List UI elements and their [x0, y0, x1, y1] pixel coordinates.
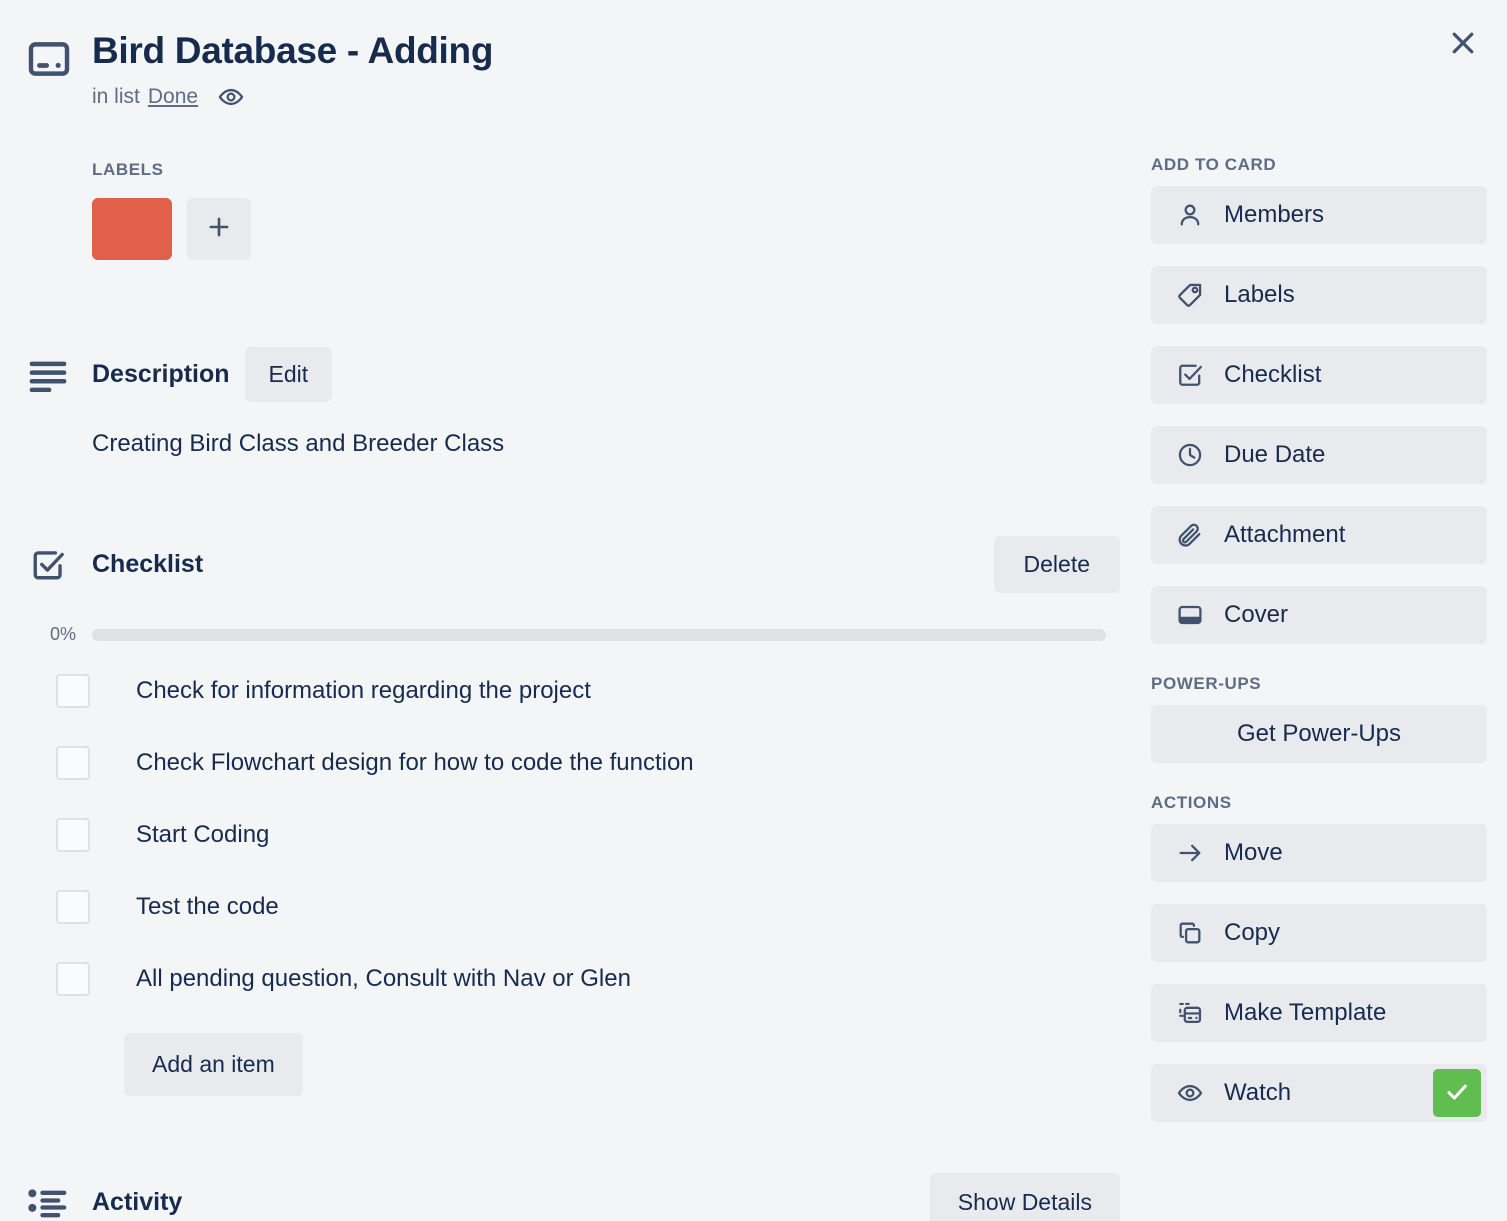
sidebar-button-label: Make Template	[1224, 999, 1387, 1026]
label-chip-red[interactable]	[92, 198, 172, 260]
sidebar-button-make-template[interactable]: Make Template	[1151, 984, 1487, 1042]
add-to-card-caption: ADD TO CARD	[1151, 155, 1277, 174]
power-ups-group: POWER-UPS Get Power-Ups	[1151, 674, 1487, 763]
sidebar-button-move[interactable]: Move	[1151, 824, 1487, 882]
sidebar-button-labels[interactable]: Labels	[1151, 266, 1487, 324]
checklist-item[interactable]: Start Coding	[28, 799, 1128, 871]
sidebar-button-label: Watch	[1224, 1079, 1292, 1106]
checklist-progress-percent: 0%	[50, 624, 77, 644]
arrow-right-icon	[1177, 840, 1203, 866]
plus-icon	[206, 214, 232, 245]
sidebar-button-due-date[interactable]: Due Date	[1151, 426, 1487, 484]
sidebar-button-get-power-ups[interactable]: Get Power-Ups	[1151, 705, 1487, 763]
check-icon	[1444, 1079, 1470, 1108]
sidebar-button-label: Move	[1224, 839, 1283, 866]
sidebar-button-label: Copy	[1224, 919, 1281, 946]
power-ups-caption: POWER-UPS	[1151, 674, 1262, 693]
description-body[interactable]: Creating Bird Class and Breeder Class	[92, 430, 1128, 458]
add-to-card-group: ADD TO CARD Members Labels Checklist Due Da…	[1151, 155, 1487, 644]
sidebar-button-label: Get Power-Ups	[1236, 720, 1402, 747]
person-icon	[1177, 202, 1203, 228]
watching-eye-icon[interactable]	[218, 84, 244, 110]
checklist-item-label: All pending question, Consult with Nav o…	[136, 965, 631, 992]
activity-title: Activity	[92, 1188, 183, 1216]
checklist-item[interactable]: Check Flowchart design for how to code t…	[28, 727, 1128, 799]
list-name-link[interactable]: Done	[148, 85, 198, 109]
page-title: Bird Database - Adding	[92, 30, 494, 71]
sidebar-button-label: Attachment	[1224, 521, 1346, 548]
label-chip-list	[92, 198, 1128, 260]
checklist-section: Checklist Delete 0% Check for informatio…	[28, 536, 1128, 1096]
eye-icon	[1177, 1080, 1203, 1106]
checklist-item-checkbox[interactable]	[56, 818, 90, 852]
labels-section: LABELS	[92, 160, 1128, 260]
sidebar-button-label: Due Date	[1224, 441, 1326, 468]
sidebar-button-watch[interactable]: Watch	[1151, 1064, 1487, 1122]
checkbox-check-icon	[1177, 362, 1203, 388]
sidebar-button-checklist[interactable]: Checklist	[1151, 346, 1487, 404]
description-section: Description Edit Creating Bird Class and…	[28, 347, 1128, 458]
in-list-prefix: in list	[92, 85, 140, 109]
tag-icon	[1177, 282, 1203, 308]
checklist-progress: 0%	[28, 624, 1128, 645]
add-label-button[interactable]	[187, 198, 251, 260]
checklist-item-list: Check for information regarding the proj…	[28, 655, 1128, 1015]
checklist-item[interactable]: Test the code	[28, 871, 1128, 943]
card-sidebar: ADD TO CARD Members Labels Checklist Due Da…	[1151, 155, 1487, 1148]
checkbox-check-icon	[28, 548, 70, 582]
card-main-content: LABELS Description Edit Creating Bird Cl…	[28, 160, 1128, 1221]
checklist-item[interactable]: All pending question, Consult with Nav o…	[28, 943, 1128, 1015]
show-details-button[interactable]: Show Details	[929, 1173, 1120, 1221]
card-detail-modal: Bird Database - Adding in list Done LABE…	[0, 0, 1507, 1221]
checklist-item[interactable]: Check for information regarding the proj…	[28, 655, 1128, 727]
checklist-item-checkbox[interactable]	[56, 674, 90, 708]
labels-caption: LABELS	[92, 160, 164, 179]
add-checklist-item-button[interactable]: Add an item	[124, 1033, 303, 1096]
card-icon	[28, 42, 70, 76]
checklist-item-checkbox[interactable]	[56, 890, 90, 924]
description-title: Description	[92, 360, 230, 388]
checklist-item-checkbox[interactable]	[56, 962, 90, 996]
card-header: Bird Database - Adding in list Done	[28, 30, 1108, 110]
close-icon	[1448, 28, 1478, 61]
checklist-item-checkbox[interactable]	[56, 746, 90, 780]
watch-enabled-badge[interactable]	[1433, 1069, 1481, 1117]
checklist-title: Checklist	[92, 550, 204, 578]
checklist-item-label: Test the code	[136, 893, 279, 920]
sidebar-button-copy[interactable]: Copy	[1151, 904, 1487, 962]
edit-description-button[interactable]: Edit	[244, 347, 333, 402]
copy-icon	[1177, 920, 1203, 946]
sidebar-button-attachment[interactable]: Attachment	[1151, 506, 1487, 564]
checklist-item-label: Start Coding	[136, 821, 270, 848]
checklist-item-label: Check Flowchart design for how to code t…	[136, 749, 694, 776]
checklist-item-label: Check for information regarding the proj…	[136, 677, 591, 704]
cover-icon	[1177, 602, 1203, 628]
card-subtitle: in list Done	[92, 84, 493, 110]
actions-group: ACTIONS Move Copy Make Template Watch	[1151, 793, 1487, 1122]
template-icon	[1177, 1000, 1203, 1026]
sidebar-button-members[interactable]: Members	[1151, 186, 1487, 244]
sidebar-button-cover[interactable]: Cover	[1151, 586, 1487, 644]
sidebar-button-label: Members	[1224, 201, 1325, 228]
paperclip-icon	[1177, 522, 1203, 548]
bullet-list-icon	[28, 1186, 70, 1220]
delete-checklist-button[interactable]: Delete	[993, 536, 1120, 593]
activity-section: Activity Show Details	[28, 1173, 1128, 1221]
checklist-progress-track	[92, 628, 1106, 641]
close-button[interactable]	[1437, 18, 1489, 70]
sidebar-button-label: Checklist	[1224, 361, 1322, 388]
sidebar-button-label: Labels	[1224, 281, 1295, 308]
clock-icon	[1177, 442, 1203, 468]
actions-caption: ACTIONS	[1151, 793, 1232, 812]
description-lines-icon	[28, 358, 70, 392]
sidebar-button-label: Cover	[1224, 601, 1289, 628]
